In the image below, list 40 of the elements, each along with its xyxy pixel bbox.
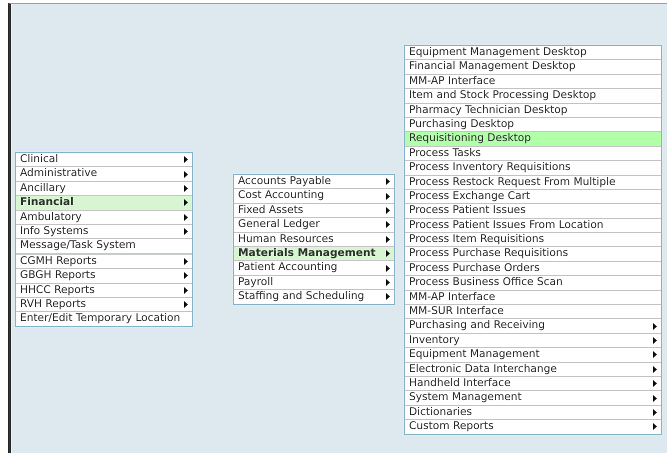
menu-item[interactable]: HHCC Reports xyxy=(16,282,192,297)
menu-item[interactable]: Human Resources xyxy=(234,232,394,246)
menu-item[interactable]: General Ledger xyxy=(234,217,394,232)
menu-item[interactable]: Process Purchase Requisitions xyxy=(405,246,661,261)
menu-item[interactable]: Equipment Management xyxy=(405,347,661,362)
menu-item[interactable]: Enter/Edit Temporary Location xyxy=(16,311,192,326)
menu-item[interactable]: MM-SUR Interface xyxy=(405,304,661,318)
menu-item[interactable]: Clinical xyxy=(16,153,192,166)
menu-item[interactable]: Process Purchase Orders xyxy=(405,260,661,276)
menu-item[interactable]: Accounts Payable xyxy=(234,175,394,188)
menu-item[interactable]: GBGH Reports xyxy=(16,268,192,283)
menu-item[interactable]: Process Exchange Cart xyxy=(405,188,661,204)
menu-item[interactable]: Item and Stock Processing Desktop xyxy=(405,88,661,103)
menu-item[interactable]: Ancillary xyxy=(16,180,192,196)
menu-item[interactable]: Inventory xyxy=(405,332,661,348)
menu-item[interactable]: Patient Accounting xyxy=(234,260,394,275)
menu-item[interactable]: Message/Task System xyxy=(16,238,192,253)
menu-item[interactable]: Requisitioning Desktop xyxy=(405,131,661,146)
menu-item[interactable]: Custom Reports xyxy=(405,419,661,434)
menu-item[interactable]: Staffing and Scheduling xyxy=(234,289,394,304)
menu-item[interactable]: RVH Reports xyxy=(16,296,192,312)
menu-item[interactable]: Financial xyxy=(16,195,192,210)
menu-item[interactable]: Info Systems xyxy=(16,224,192,238)
menu-item[interactable]: Ambulatory xyxy=(16,210,192,224)
menu-item[interactable]: Process Restock Request From Multiple xyxy=(405,174,661,189)
menu-item[interactable]: Financial Management Desktop xyxy=(405,59,661,74)
menu-item[interactable]: CGMH Reports xyxy=(16,252,192,268)
menu-item[interactable]: Payroll xyxy=(234,274,394,290)
menu-item[interactable]: Cost Accounting xyxy=(234,188,394,203)
menu-item[interactable]: Purchasing Desktop xyxy=(405,116,661,132)
menu-item[interactable]: Materials Management xyxy=(234,246,394,260)
menu-item[interactable]: Process Inventory Requisitions xyxy=(405,160,661,175)
menu-item[interactable]: Handheld Interface xyxy=(405,376,661,390)
menu-item[interactable]: Administrative xyxy=(16,166,192,181)
menu-item[interactable]: Process Item Requisitions xyxy=(405,232,661,246)
menu-item[interactable]: Pharmacy Technician Desktop xyxy=(405,102,661,117)
menu-item[interactable]: Electronic Data Interchange xyxy=(405,362,661,376)
menu-item[interactable]: Purchasing and Receiving xyxy=(405,318,661,333)
menu-item[interactable]: Equipment Management Desktop xyxy=(405,46,661,60)
menu-item[interactable]: System Management xyxy=(405,390,661,405)
